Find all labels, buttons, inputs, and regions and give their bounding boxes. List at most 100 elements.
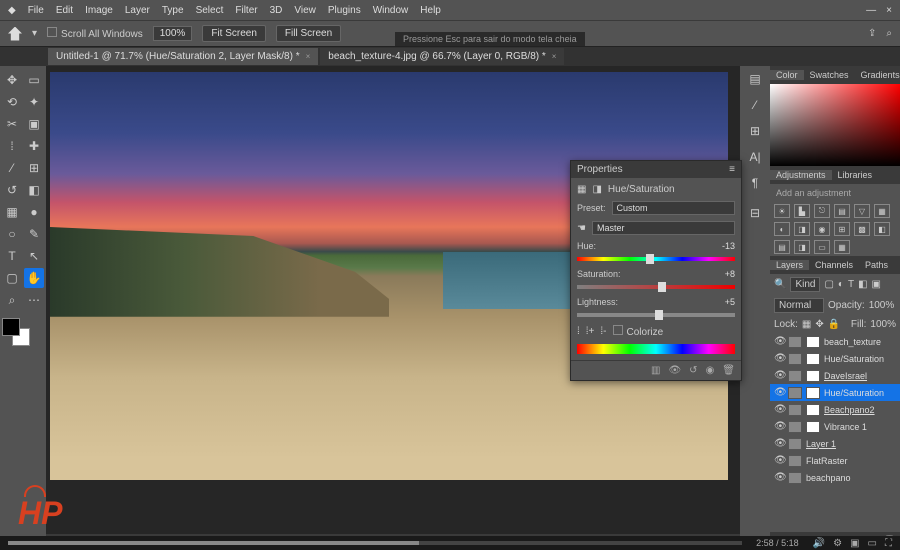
fill-screen-button[interactable]: Fill Screen: [276, 25, 341, 42]
layer-row[interactable]: 👁Hue/Saturation: [770, 350, 900, 367]
hand-tool[interactable]: ✋: [24, 268, 44, 288]
para-icon[interactable]: ¶: [752, 176, 758, 190]
menu-view[interactable]: View: [294, 5, 316, 16]
color-swatch[interactable]: [2, 318, 30, 346]
eyedropper-sub-icon[interactable]: ⁞-: [600, 326, 606, 337]
share-icon[interactable]: ⇪: [868, 28, 876, 39]
eyedropper-add-icon[interactable]: ⁞+: [586, 326, 595, 337]
trash-icon[interactable]: 🗑: [722, 365, 735, 376]
tab-swatches[interactable]: Swatches: [804, 70, 855, 80]
volume-icon[interactable]: 🔊: [813, 538, 825, 549]
adj-colorbal[interactable]: ◐: [774, 222, 790, 236]
shape-tool[interactable]: ▢: [2, 268, 22, 288]
stamp-tool[interactable]: ⊞: [24, 158, 44, 178]
zoom-select[interactable]: 100%: [153, 26, 193, 41]
adj-brightness[interactable]: ☀: [774, 204, 790, 218]
adj-lookup[interactable]: ▩: [854, 222, 870, 236]
eyedropper-icon[interactable]: ⁞: [577, 326, 580, 337]
toggle-vis-icon[interactable]: ◉: [706, 365, 715, 376]
layer-row[interactable]: 👁beachpano: [770, 469, 900, 486]
lasso-tool[interactable]: ⟲: [2, 92, 22, 112]
view-prev-icon[interactable]: 👁: [668, 365, 681, 376]
tab-channels[interactable]: Channels: [809, 260, 859, 270]
type-tool[interactable]: T: [2, 246, 22, 266]
heal-tool[interactable]: ✚: [24, 136, 44, 156]
filter-pixel-icon[interactable]: ▢: [824, 279, 833, 290]
layer-row[interactable]: 👁DaveIsrael: [770, 367, 900, 384]
visibility-icon[interactable]: 👁: [774, 438, 784, 449]
tab-paths[interactable]: Paths: [859, 260, 894, 270]
close-button[interactable]: ×: [886, 5, 892, 16]
scroll-all-checkbox[interactable]: Scroll All Windows: [47, 27, 143, 40]
lock-pixels-icon[interactable]: ▦: [802, 319, 811, 330]
gradient-tool[interactable]: ▦: [2, 202, 22, 222]
visibility-icon[interactable]: 👁: [774, 404, 784, 415]
marquee-tool[interactable]: ▭: [24, 70, 44, 90]
adj-invert[interactable]: ◧: [874, 222, 890, 236]
menu-help[interactable]: Help: [420, 5, 441, 16]
pen-tool[interactable]: ✎: [24, 224, 44, 244]
seek-bar[interactable]: [8, 541, 742, 545]
adj-selcolor[interactable]: ▦: [834, 240, 850, 254]
visibility-icon[interactable]: 👁: [774, 472, 784, 483]
tab-libraries[interactable]: Libraries: [832, 170, 879, 180]
adj-vibrance[interactable]: ▽: [854, 204, 870, 218]
menu-window[interactable]: Window: [373, 5, 409, 16]
close-icon[interactable]: ×: [306, 52, 311, 61]
layer-row[interactable]: 👁FlatRaster: [770, 452, 900, 469]
channel-select[interactable]: Master: [592, 221, 735, 235]
menu-3d[interactable]: 3D: [270, 5, 283, 16]
properties-icon[interactable]: ⊟: [750, 206, 760, 220]
visibility-icon[interactable]: 👁: [774, 455, 784, 466]
char-icon[interactable]: A|: [749, 150, 760, 164]
adj-bw[interactable]: ◨: [794, 222, 810, 236]
fullscreen-icon[interactable]: ⛶: [885, 538, 892, 549]
filter-type-icon[interactable]: T: [848, 279, 854, 290]
menu-filter[interactable]: Filter: [235, 5, 257, 16]
tab-layers[interactable]: Layers: [770, 260, 809, 270]
filter-shape-icon[interactable]: ◧: [858, 279, 867, 290]
minimize-button[interactable]: —: [866, 5, 876, 16]
tab-beach-texture[interactable]: beach_texture-4.jpg @ 66.7% (Layer 0, RG…: [320, 48, 564, 65]
search-icon[interactable]: ⌕: [886, 28, 892, 39]
adj-photo[interactable]: ◉: [814, 222, 830, 236]
hue-slider[interactable]: [577, 257, 735, 261]
pip-icon[interactable]: ▣: [850, 538, 859, 549]
visibility-icon[interactable]: 👁: [774, 421, 784, 432]
clip-icon[interactable]: ▥: [651, 365, 660, 376]
lightness-value[interactable]: +5: [725, 297, 735, 307]
visibility-icon[interactable]: 👁: [774, 336, 784, 347]
filter-smart-icon[interactable]: ▣: [872, 279, 881, 290]
menu-plugins[interactable]: Plugins: [328, 5, 361, 16]
adj-mixer[interactable]: ⊞: [834, 222, 850, 236]
hand-icon[interactable]: ☚: [577, 223, 586, 234]
saturation-slider[interactable]: [577, 285, 735, 289]
visibility-icon[interactable]: 👁: [774, 370, 784, 381]
layer-row[interactable]: 👁Hue/Saturation: [770, 384, 900, 401]
color-picker[interactable]: [770, 84, 900, 166]
saturation-value[interactable]: +8: [725, 269, 735, 279]
tab-color[interactable]: Color: [770, 70, 804, 80]
reset-icon[interactable]: ↺: [689, 365, 697, 376]
adj-hue[interactable]: ▦: [874, 204, 890, 218]
settings-icon[interactable]: ⚙: [833, 538, 842, 549]
hue-value[interactable]: -13: [722, 241, 735, 251]
lock-all-icon[interactable]: 🔒: [828, 319, 840, 330]
layer-row[interactable]: 👁beach_texture: [770, 333, 900, 350]
chevron-down-icon[interactable]: ▾: [32, 28, 37, 39]
fit-screen-button[interactable]: Fit Screen: [202, 25, 266, 42]
opacity-value[interactable]: 100%: [869, 300, 895, 311]
brush-icon[interactable]: ⁄: [754, 98, 756, 112]
layer-row[interactable]: 👁Vibrance 1: [770, 418, 900, 435]
visibility-icon[interactable]: 👁: [774, 353, 784, 364]
adj-poster[interactable]: ▤: [774, 240, 790, 254]
adj-gradmap[interactable]: ▭: [814, 240, 830, 254]
colorize-checkbox[interactable]: Colorize: [613, 325, 664, 338]
adj-thresh[interactable]: ◨: [794, 240, 810, 254]
layer-row[interactable]: 👁Layer 1: [770, 435, 900, 452]
menu-edit[interactable]: Edit: [56, 5, 73, 16]
history-brush-tool[interactable]: ↺: [2, 180, 22, 200]
brush-tool[interactable]: ⁄: [2, 158, 22, 178]
adj-exposure[interactable]: ▤: [834, 204, 850, 218]
zoom-tool[interactable]: ⌕: [2, 290, 22, 310]
